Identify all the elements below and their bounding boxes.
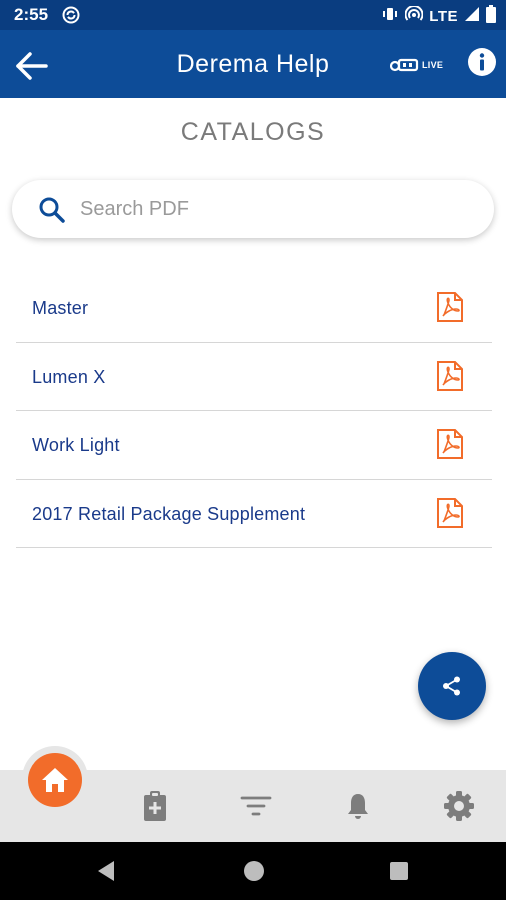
back-triangle-icon: [98, 861, 114, 881]
system-home-button[interactable]: [239, 856, 269, 886]
sync-icon: [62, 6, 80, 29]
search-icon: [39, 197, 65, 223]
system-recents-button[interactable]: [384, 856, 414, 886]
gear-icon: [444, 791, 474, 821]
info-button[interactable]: [466, 46, 498, 78]
recents-square-icon: [390, 862, 408, 880]
page-title: CATALOGS: [180, 118, 326, 146]
home-icon: [42, 768, 68, 792]
share-button[interactable]: [418, 652, 486, 720]
live-label: LIVE: [422, 60, 444, 70]
share-icon: [443, 676, 460, 696]
hotspot-icon: [404, 5, 424, 27]
search-input[interactable]: [80, 190, 460, 228]
status-bar: 2:55 LTE: [0, 0, 506, 30]
catalog-label: Lumen X: [32, 366, 106, 387]
live-chat-icon: [390, 58, 419, 72]
list-item[interactable]: Work Light: [16, 411, 492, 480]
pdf-icon[interactable]: [436, 497, 464, 529]
vibrate-icon: [381, 6, 399, 27]
system-nav-bar: [0, 842, 506, 900]
catalog-label: 2017 Retail Package Supplement: [32, 503, 306, 524]
home-circle-icon: [244, 861, 264, 881]
nav-item-clipboard[interactable]: [125, 770, 185, 842]
filter-icon: [240, 796, 272, 816]
search-bar[interactable]: [12, 180, 494, 238]
list-item[interactable]: Master: [16, 274, 492, 343]
pdf-icon[interactable]: [436, 291, 464, 323]
list-item[interactable]: Lumen X: [16, 343, 492, 411]
info-icon: [468, 48, 496, 76]
system-back-button[interactable]: [91, 856, 121, 886]
signal-icon: [464, 6, 480, 27]
nav-item-filter[interactable]: [226, 770, 286, 842]
pdf-icon[interactable]: [436, 428, 464, 460]
network-type: LTE: [429, 8, 458, 25]
list-item[interactable]: 2017 Retail Package Supplement: [16, 480, 492, 548]
catalog-list: Master Lumen X Work Light 2017 Retail Pa…: [16, 274, 492, 548]
nav-item-notifications[interactable]: [328, 770, 388, 842]
battery-icon: [486, 5, 496, 28]
app-bar: Derema Help LIVE: [0, 30, 506, 98]
clipboard-plus-icon: [144, 791, 166, 821]
live-chat-button[interactable]: LIVE: [390, 52, 452, 78]
pdf-icon[interactable]: [436, 360, 464, 392]
catalog-label: Master: [32, 298, 89, 318]
catalog-label: Work Light: [32, 435, 120, 455]
bell-icon: [348, 794, 368, 819]
nav-item-home[interactable]: [28, 753, 82, 807]
nav-item-settings[interactable]: [429, 770, 489, 842]
status-time: 2:55: [14, 5, 49, 24]
